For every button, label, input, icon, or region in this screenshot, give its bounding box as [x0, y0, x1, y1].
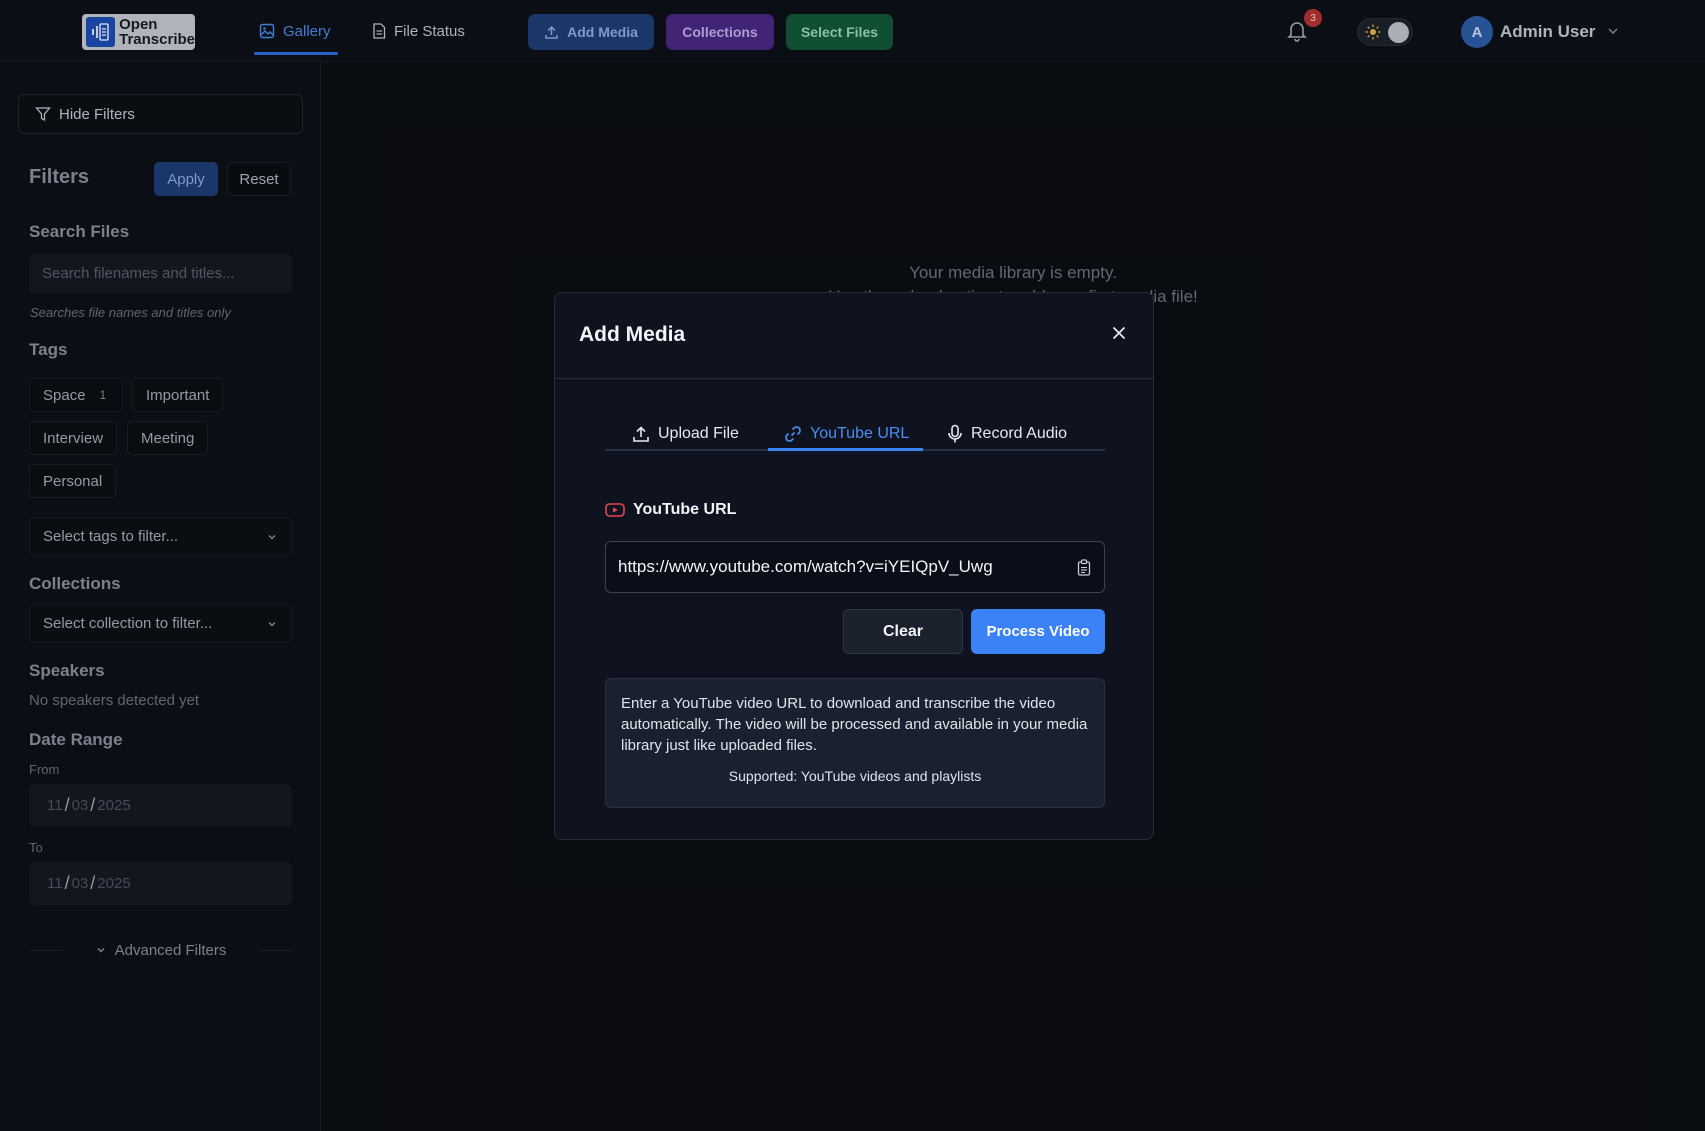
modal-title: Add Media	[579, 323, 686, 346]
tab-record-audio[interactable]: Record Audio	[947, 415, 1067, 453]
clear-button[interactable]: Clear	[843, 609, 963, 654]
microphone-icon	[948, 424, 962, 443]
youtube-url-value: https://www.youtube.com/watch?v=iYEIQpV_…	[618, 557, 993, 576]
tab-record-audio-label: Record Audio	[971, 425, 1068, 442]
supported-text: Supported: YouTube videos and playlists	[728, 768, 982, 784]
active-tab-indicator	[768, 448, 923, 451]
upload-icon	[633, 426, 649, 442]
tab-upload-file-label: Upload File	[658, 425, 739, 442]
modal-divider	[555, 378, 1153, 379]
youtube-icon	[605, 503, 625, 517]
link-icon	[785, 426, 801, 442]
tab-youtube-url-label: YouTube URL	[810, 425, 910, 442]
youtube-url-label: YouTube URL	[633, 501, 737, 518]
youtube-url-field-label: YouTube URL	[605, 501, 736, 519]
process-video-button[interactable]: Process Video	[971, 609, 1105, 654]
add-media-modal: Add Media Upload File YouTube URL Record…	[554, 292, 1154, 840]
close-icon[interactable]	[1109, 323, 1129, 343]
clipboard-icon[interactable]	[1077, 559, 1091, 576]
info-box: Enter a YouTube video URL to download an…	[605, 678, 1105, 808]
info-text: Enter a YouTube video URL to download an…	[621, 695, 1088, 754]
tab-upload-file[interactable]: Upload File	[632, 415, 739, 453]
youtube-url-input[interactable]: https://www.youtube.com/watch?v=iYEIQpV_…	[605, 541, 1105, 593]
